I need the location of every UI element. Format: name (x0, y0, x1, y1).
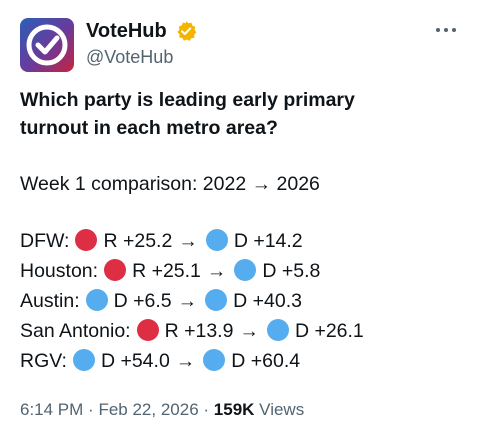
tweet-text: Which party is leading early primary tur… (20, 86, 460, 376)
to-margin: D +5.8 (262, 260, 321, 282)
separator: · (88, 400, 94, 419)
avatar[interactable] (20, 18, 74, 72)
arrow-right-icon: → (206, 260, 227, 282)
post-time[interactable]: 6:14 PM (20, 400, 83, 419)
separator: · (203, 400, 210, 419)
red-circle-icon (75, 229, 98, 251)
post-date[interactable]: Feb 22, 2026 (98, 400, 198, 419)
from-margin: R +25.2 (103, 230, 173, 252)
red-circle-icon (104, 259, 127, 281)
to-margin: D +60.4 (231, 350, 301, 372)
metro-row-san-antonio: San Antonio: R +13.9 → D +26.1 (20, 316, 460, 346)
metro-label: San Antonio: (20, 320, 131, 342)
tweet-title-line-2: turnout in each metro area? (20, 117, 278, 139)
verified-badge-icon (177, 21, 197, 41)
red-circle-icon (136, 319, 159, 341)
metro-label: DFW: (20, 230, 70, 252)
views-count: 159K (213, 400, 255, 419)
metro-row-rgv: RGV: D +54.0 → D +60.4 (20, 346, 460, 376)
metro-list: DFW: R +25.2 → D +14.2 Houston: R +25.1 → D +5… (20, 226, 460, 376)
arrow-right-icon: → (175, 350, 196, 372)
arrow-right-icon: → (178, 230, 198, 252)
metro-label: Houston: (20, 260, 99, 282)
tweet-meta: 6:14 PM · Feb 22, 2026 · 159K Views (20, 398, 304, 422)
to-margin: D +14.2 (233, 230, 303, 252)
arrow-right-icon: → (177, 290, 198, 312)
views-label: Views (259, 400, 305, 419)
from-margin: D +54.0 (100, 350, 170, 372)
tweet-title-line-1: Which party is leading early primary (20, 89, 355, 111)
metro-label: Austin: (20, 290, 80, 312)
blue-circle-icon (205, 289, 228, 311)
blue-circle-icon (72, 349, 95, 371)
handle[interactable]: @VoteHub (86, 44, 197, 70)
author-info: VoteHub @VoteHub (86, 18, 197, 70)
blue-circle-icon (85, 289, 108, 311)
tweet-header: VoteHub @VoteHub (20, 16, 460, 74)
display-name[interactable]: VoteHub (86, 18, 167, 44)
metro-row-houston: Houston: R +25.1 → D +5.8 (20, 256, 460, 286)
metro-row-dfw: DFW: R +25.2 → D +14.2 (20, 226, 460, 256)
from-margin: R +13.9 (164, 320, 234, 342)
blue-circle-icon (266, 319, 289, 341)
metro-label: RGV: (20, 350, 67, 372)
from-margin: D +6.5 (113, 290, 172, 312)
from-margin: R +25.1 (132, 260, 201, 282)
more-options-icon[interactable] (432, 20, 460, 40)
metro-row-austin: Austin: D +6.5 → D +40.3 (20, 286, 460, 316)
blue-circle-icon (205, 229, 228, 251)
to-margin: D +40.3 (233, 290, 302, 312)
comparison-subtitle: Week 1 comparison: 2022 → 2026 (20, 173, 320, 195)
blue-circle-icon (203, 349, 226, 371)
arrow-right-icon: → (239, 320, 259, 342)
blue-circle-icon (234, 259, 257, 281)
to-margin: D +26.1 (294, 320, 364, 342)
checkmark-logo-icon (26, 24, 68, 66)
